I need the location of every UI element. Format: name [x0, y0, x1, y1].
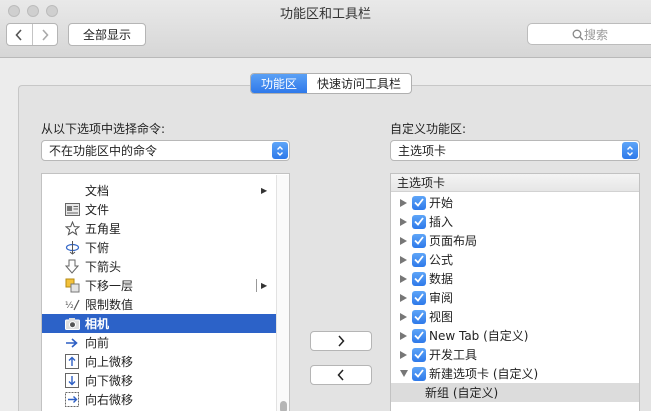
disclosure-right-icon — [400, 274, 407, 283]
command-source-value: 不在功能区中的命令 — [49, 144, 158, 158]
camera-icon — [64, 316, 80, 332]
list-item[interactable]: 五角星 — [42, 219, 277, 238]
nudge-up-icon — [64, 354, 80, 370]
customize-ribbon-label: 自定义功能区: — [390, 122, 467, 136]
checkbox-checked[interactable] — [412, 214, 426, 229]
blank-icon — [64, 183, 80, 199]
disclosure-right-icon — [400, 312, 407, 321]
list-item[interactable]: 向上微移 — [42, 352, 277, 371]
tab-ribbon[interactable]: 功能区 — [251, 74, 308, 93]
checkbox-checked[interactable] — [412, 328, 426, 343]
checkbox-checked[interactable] — [412, 309, 426, 324]
checkbox-checked[interactable] — [412, 290, 426, 305]
checkbox-checked[interactable] — [412, 347, 426, 362]
checkbox-checked[interactable] — [412, 366, 426, 381]
forward-button[interactable] — [31, 24, 58, 45]
file-icon — [64, 202, 80, 218]
tree-item[interactable]: 开发工具 — [391, 345, 639, 364]
search-input[interactable]: 搜索 — [527, 23, 651, 45]
window-titlebar: 功能区和工具栏 全部显示 搜索 — [0, 0, 651, 58]
checkbox-checked[interactable] — [412, 195, 426, 210]
tab-switcher: 功能区 快速访问工具栏 — [250, 73, 413, 94]
command-source-select[interactable]: 不在功能区中的命令 — [41, 140, 290, 161]
list-item[interactable]: 下移一层 ▶ — [42, 276, 277, 295]
send-backward-icon — [64, 278, 80, 294]
choose-commands-label: 从以下选项中选择命令: — [41, 122, 166, 136]
list-item[interactable]: 下箭头 — [42, 257, 277, 276]
disclosure-right-icon — [400, 217, 407, 226]
list-item[interactable]: 下俯 — [42, 238, 277, 257]
disclosure-right-icon — [400, 350, 407, 359]
rotate-down-icon — [64, 240, 80, 256]
list-item[interactable]: 向右微移 — [42, 390, 277, 409]
nudge-down-icon — [64, 373, 80, 389]
list-item-clipped — [42, 174, 277, 181]
split-divider — [256, 279, 257, 292]
list-item[interactable]: ½ 限制数值 — [42, 295, 277, 314]
down-arrow-icon — [64, 259, 80, 275]
back-button[interactable] — [7, 24, 32, 45]
arrow-right-icon — [64, 335, 80, 351]
tree-item[interactable]: 插入 — [391, 212, 639, 231]
svg-text:½: ½ — [65, 301, 74, 311]
remove-from-ribbon-button[interactable] — [310, 365, 372, 385]
scrollbar-thumb[interactable] — [280, 401, 287, 411]
list-item[interactable]: 文档 ▶ — [42, 181, 277, 200]
window-title: 功能区和工具栏 — [279, 7, 371, 22]
list-header: 主选项卡 — [391, 174, 639, 192]
tree-item[interactable]: New Tab (自定义) — [391, 326, 639, 345]
disclosure-right-icon — [400, 198, 407, 207]
ribbon-scope-select[interactable]: 主选项卡 — [390, 140, 640, 161]
list-item[interactable]: 文件 — [42, 200, 277, 219]
tree-subitem-selected[interactable]: 新组 (自定义) — [391, 383, 639, 402]
submenu-arrow-icon: ▶ — [261, 281, 268, 290]
checkbox-checked[interactable] — [412, 271, 426, 286]
tree-item[interactable]: 审阅 — [391, 288, 639, 307]
show-all-button[interactable]: 全部显示 — [68, 23, 146, 46]
tree-item[interactable]: 开始 — [391, 193, 639, 212]
disclosure-right-icon — [400, 255, 407, 264]
nav-buttons — [6, 23, 58, 46]
disclosure-right-icon — [400, 331, 407, 340]
submenu-arrow-icon: ▶ — [261, 186, 268, 195]
chevron-right-icon — [42, 28, 49, 41]
tab-quick-access-toolbar[interactable]: 快速访问工具栏 — [307, 74, 411, 93]
limit-value-icon: ½ — [64, 297, 80, 313]
disclosure-right-icon — [400, 293, 407, 302]
chevron-left-icon — [337, 369, 344, 381]
commands-scrollbar[interactable] — [276, 175, 289, 411]
chevron-left-icon — [15, 28, 22, 41]
disclosure-right-icon — [400, 236, 407, 245]
available-commands-list[interactable]: 文档 ▶ 文件 五角星 下俯 下箭头 下移一层 ▶ ½ 限制数值 相机 向前 向… — [41, 173, 290, 411]
select-arrows-icon — [272, 142, 288, 159]
group-item-label: 新组 (自定义) — [425, 386, 499, 400]
add-to-ribbon-button[interactable] — [310, 331, 372, 351]
search-icon — [572, 29, 584, 41]
checkbox-checked[interactable] — [412, 252, 426, 267]
checkbox-checked[interactable] — [412, 233, 426, 248]
disclosure-down-icon — [400, 370, 408, 377]
tree-item[interactable]: 页面布局 — [391, 231, 639, 250]
list-item[interactable]: 向下微移 — [42, 371, 277, 390]
star-icon — [64, 221, 80, 237]
list-item-selected[interactable]: 相机 — [42, 314, 277, 333]
tree-item[interactable]: 视图 — [391, 307, 639, 326]
tree-item-expanded[interactable]: 新建选项卡 (自定义) — [391, 364, 639, 383]
search-placeholder: 搜索 — [584, 27, 609, 42]
tree-item[interactable]: 公式 — [391, 250, 639, 269]
list-item[interactable]: 向前 — [42, 333, 277, 352]
nudge-right-icon — [64, 392, 80, 408]
ribbon-scope-value: 主选项卡 — [398, 144, 447, 158]
select-arrows-icon — [622, 142, 638, 159]
ribbon-tabs-list[interactable]: 主选项卡 开始 插入 页面布局 公式 数据 审阅 视图 New Tab (自定义… — [390, 173, 640, 411]
chevron-right-icon — [338, 335, 345, 347]
tree-item[interactable]: 数据 — [391, 269, 639, 288]
